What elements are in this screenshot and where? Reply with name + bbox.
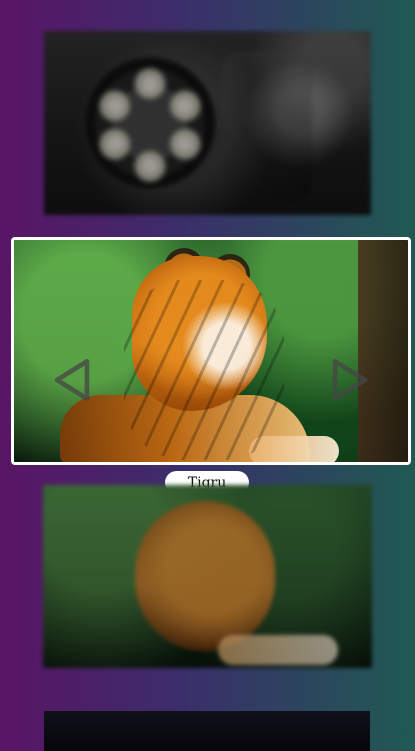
revolver-chamber (133, 67, 167, 101)
revolver-chamber (98, 89, 132, 123)
revolver-chamber (133, 149, 167, 183)
carousel: Tigru (0, 0, 415, 751)
triangle-right-icon (322, 352, 378, 411)
revolver-cylinder (84, 57, 216, 189)
carousel-prev-button[interactable] (42, 350, 102, 412)
carousel-slide-next[interactable] (43, 485, 372, 668)
revolver-chamber (168, 127, 202, 161)
carousel-slide-upcoming[interactable] (44, 711, 370, 751)
carousel-next-button[interactable] (320, 350, 380, 412)
tiger-stripes (124, 280, 284, 460)
carousel-slide-previous[interactable] (44, 31, 371, 215)
tiger-head-blurred (135, 501, 275, 651)
tiger-paw-blurred (218, 635, 338, 665)
carousel-slide-active[interactable] (11, 237, 411, 465)
revolver-chamber (98, 127, 132, 161)
revolver-hammer (222, 51, 312, 201)
triangle-left-icon (44, 352, 100, 411)
revolver-chamber (168, 89, 202, 123)
